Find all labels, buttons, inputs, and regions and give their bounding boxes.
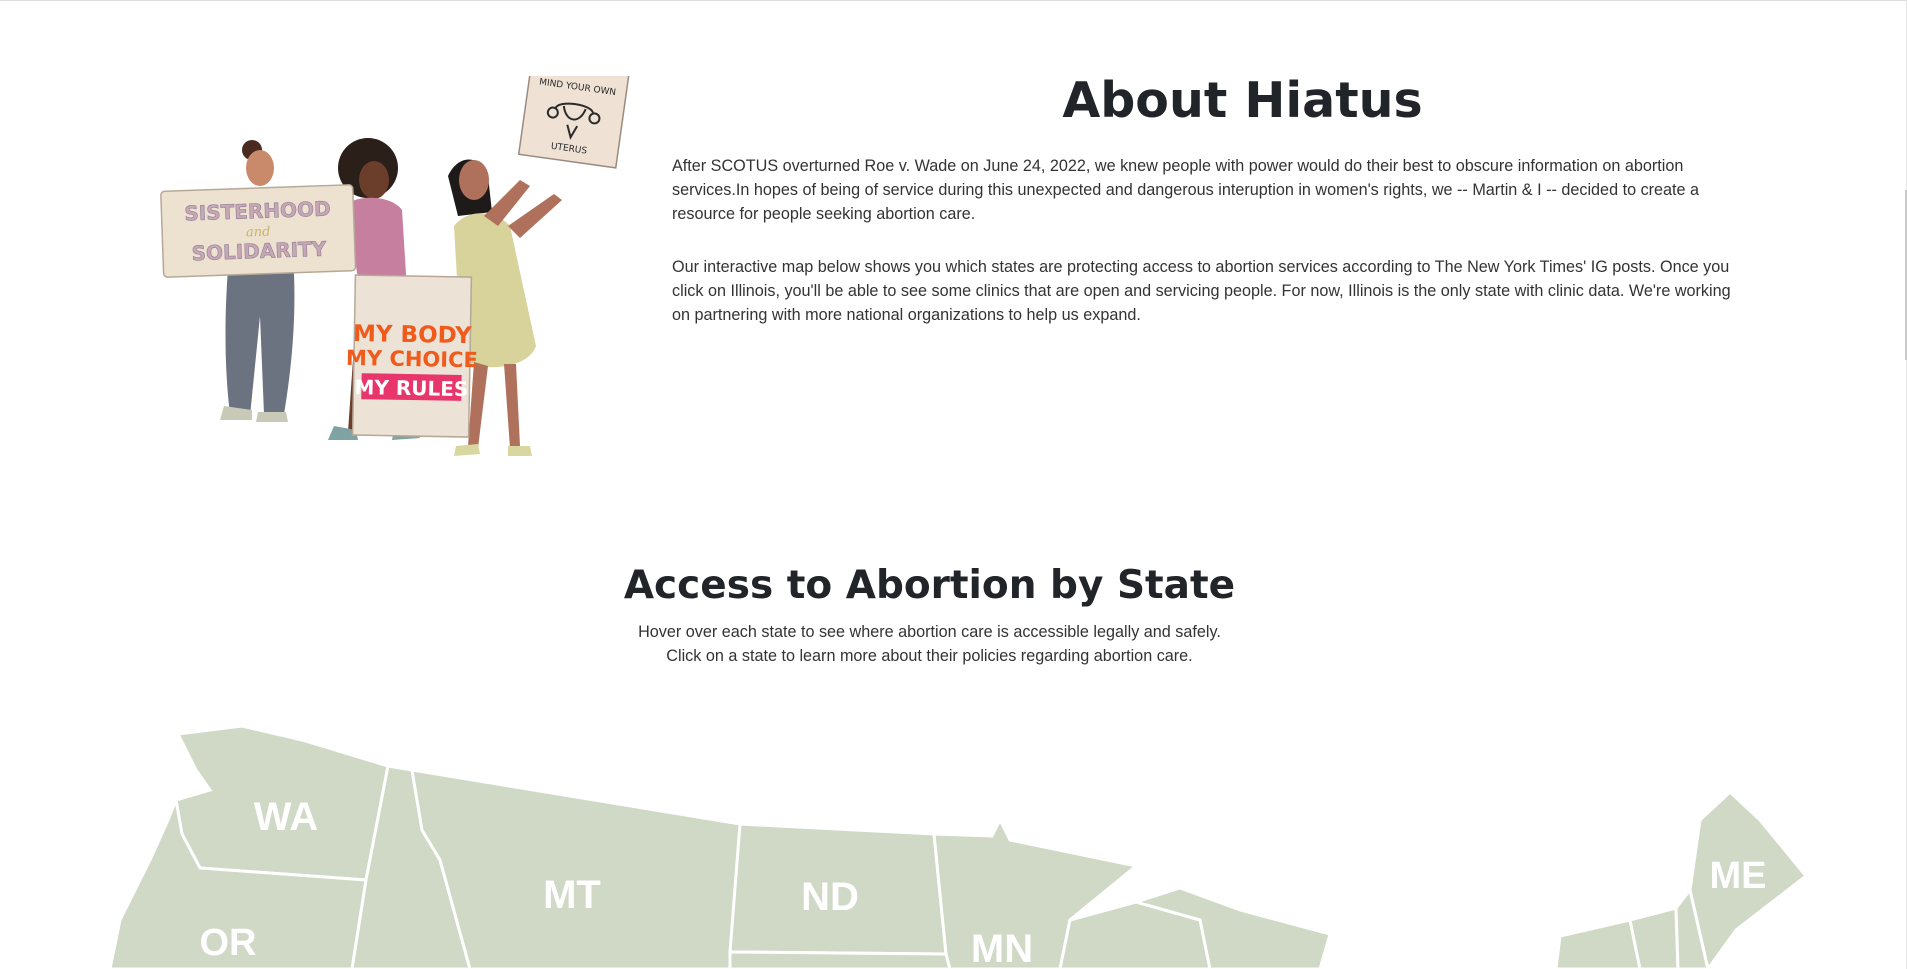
about-paragraph-1: After SCOTUS overturned Roe v. Wade on J… <box>672 157 1700 223</box>
sign-2-line-1: MY BODY <box>353 321 472 349</box>
top-border <box>0 0 1907 1</box>
sign-sisterhood-solidarity: SISTERHOOD and SOLIDARITY <box>160 184 357 278</box>
state-label-wa: WA <box>254 795 318 839</box>
state-label-mn: MN <box>971 927 1033 969</box>
sign-2-line-3: MY RULES <box>354 375 468 401</box>
state-mt[interactable] <box>410 768 742 969</box>
sign-1-line-1: SISTERHOOD <box>184 196 331 225</box>
state-sd[interactable] <box>728 950 952 969</box>
protester-left <box>220 140 295 422</box>
state-label-mt: MT <box>543 873 601 917</box>
access-title: Access to Abortion by State <box>623 563 1236 608</box>
access-section: Access to Abortion by State Hover over e… <box>0 558 1907 668</box>
access-subtitle-1: Hover over each state to see where abort… <box>638 623 1221 641</box>
us-state-map: WA OR MT ND MN ME <box>108 724 1809 969</box>
sign-1-line-3: SOLIDARITY <box>191 237 327 266</box>
state-vt[interactable] <box>1628 906 1680 969</box>
sign-my-body-my-choice: MY BODY MY CHOICE MY RULES <box>346 274 478 438</box>
state-label-or: OR <box>200 922 257 964</box>
state-label-me: ME <box>1710 855 1767 897</box>
state-label-nd: ND <box>801 875 859 919</box>
protest-illustration: MIND YOUR OWN UTERUS SISTERHOOD and SOLI… <box>160 76 630 456</box>
sign-mind-your-own-uterus: MIND YOUR OWN UTERUS <box>517 76 630 169</box>
state-ny[interactable] <box>1554 918 1642 969</box>
about-title: About Hiatus <box>1062 72 1423 129</box>
sign-2-line-2: MY CHOICE <box>346 346 478 372</box>
about-paragraph-2: Our interactive map below shows you whic… <box>672 258 1731 324</box>
about-section: About Hiatus After SCOTUS overturned Roe… <box>672 72 1747 327</box>
access-subtitle-2: Click on a state to learn more about the… <box>666 647 1193 665</box>
